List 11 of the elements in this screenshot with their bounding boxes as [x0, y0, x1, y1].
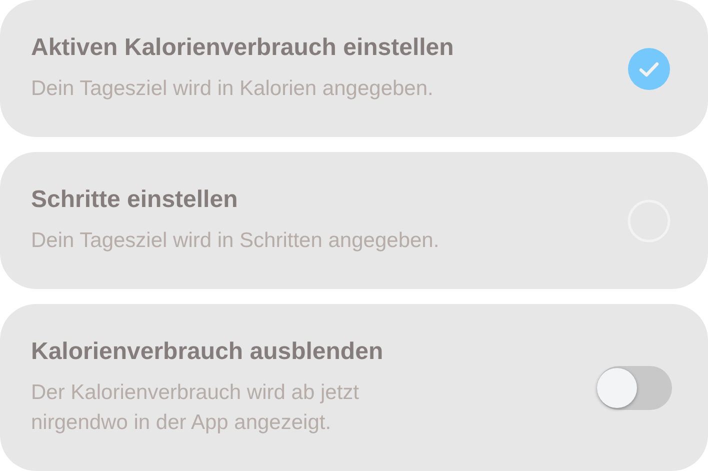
option-description: Dein Tagesziel wird in Schritten angegeben.	[31, 228, 440, 254]
toggle-switch[interactable]	[597, 366, 672, 410]
option-card[interactable]: Aktiven Kalorienverbrauch einstellen Dein Tagesziel wird in Kalorien angegeben.	[0, 0, 708, 137]
option-title: Schritte einstellen	[31, 186, 239, 214]
option-card[interactable]: Schritte einstellen Dein Tagesziel wird in Schritten angegeben.	[0, 152, 708, 289]
option-title: Aktiven Kalorienverbrauch einstellen	[31, 34, 454, 62]
option-description: Der Kalorienverbrauch wird ab jetzt nirgendwo in der App angezeigt.	[31, 380, 360, 436]
radio-checked-icon[interactable]	[627, 46, 671, 90]
option-description: Dein Tagesziel wird in Kalorien angegeben.	[31, 76, 434, 102]
option-title: Kalorienverbrauch ausblenden	[31, 338, 384, 366]
option-card[interactable]: Kalorienverbrauch ausblenden Der Kalorienverbrauch wird ab jetzt nirgendwo in der App angezeigt.	[0, 304, 708, 471]
